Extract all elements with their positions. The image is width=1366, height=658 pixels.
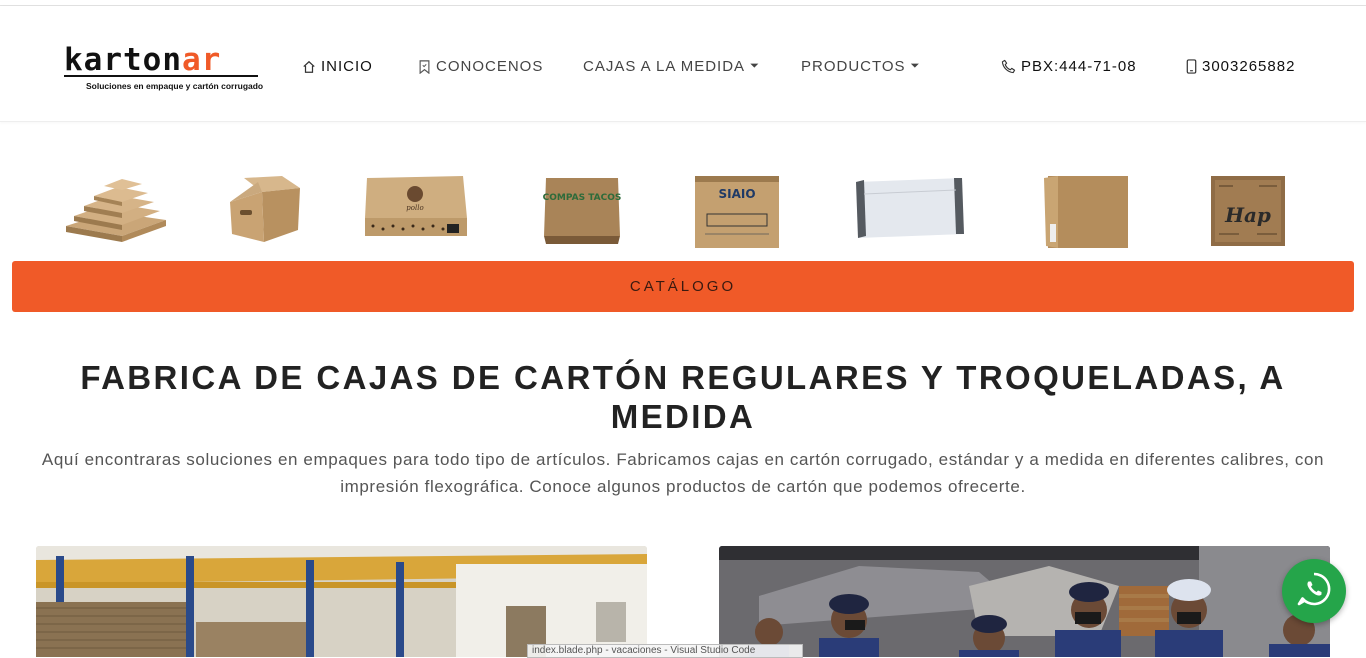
mobile-phone-icon <box>1186 59 1197 74</box>
pbx-number: PBX:444-71-08 <box>1021 58 1137 75</box>
logo-tagline: Soluciones en empaque y cartón corrugado <box>86 81 264 91</box>
product-thumb-archive-box[interactable] <box>228 174 302 248</box>
whatsapp-button[interactable] <box>1282 559 1346 623</box>
mobile-number: 3003265882 <box>1202 58 1296 75</box>
logo-wordmark: kartonar <box>64 42 222 78</box>
product-thumbnails: pollo COMPAS TACOS SIAIO Hap <box>0 168 1366 254</box>
bookmark-icon <box>418 59 431 74</box>
whatsapp-icon <box>1295 570 1333 612</box>
nav-productos[interactable]: PRODUCTOS ⏷ <box>801 58 920 75</box>
nav-conocenos[interactable]: CONOCENOS <box>418 58 543 75</box>
product-thumb-siaio-box[interactable]: SIAIO <box>693 174 781 252</box>
team-photo <box>719 546 1330 657</box>
pizza-box-print: COMPAS TACOS <box>543 193 622 203</box>
intro-paragraph: Aquí encontraras soluciones en empaques … <box>41 450 1325 496</box>
nav-mobile[interactable]: 3003265882 <box>1186 58 1295 75</box>
siaio-box-print: SIAIO <box>718 187 755 201</box>
os-taskbar-tooltip: index.blade.php - vacaciones - Visual St… <box>527 644 803 658</box>
chevron-down-icon: ⏷ <box>750 60 760 72</box>
phone-icon <box>1001 59 1016 74</box>
product-thumb-pizza-box[interactable]: COMPAS TACOS <box>542 176 622 246</box>
brand-logo[interactable]: kartonar Soluciones en empaque y cartón … <box>64 42 264 94</box>
chevron-down-icon: ⏷ <box>910 60 921 72</box>
product-thumb-printed-flat-box[interactable]: pollo <box>363 174 469 240</box>
product-thumb-hap-box[interactable]: Hap <box>1209 174 1287 248</box>
nav-pbx[interactable]: PBX:444-71-08 <box>1001 58 1137 75</box>
product-thumb-kraft-tall-box[interactable] <box>1042 174 1130 250</box>
home-icon <box>302 60 316 74</box>
nav-inicio-label: INICIO <box>321 58 373 75</box>
warehouse-photo <box>36 546 647 657</box>
product-thumb-stacked-trays[interactable] <box>62 176 170 246</box>
nav-conocenos-label: CONOCENOS <box>436 58 544 75</box>
nav-productos-label: PRODUCTOS <box>801 58 906 75</box>
nav-cajas-a-la-medida[interactable]: CAJAS A LA MEDIDA ⏷ <box>583 58 760 75</box>
nav-inicio[interactable]: INICIO <box>302 58 373 75</box>
site-header: kartonar Soluciones en empaque y cartón … <box>0 6 1366 122</box>
catalog-button[interactable]: CATÁLOGO <box>12 261 1354 312</box>
logo-underline <box>64 75 258 77</box>
hap-box-print: Hap <box>1224 203 1271 227</box>
page-headline: FABRICA DE CAJAS DE CARTÓN REGULARES Y T… <box>80 359 1286 435</box>
nav-cajas-label: CAJAS A LA MEDIDA <box>583 58 746 75</box>
pollo-box-print: pollo <box>406 204 423 212</box>
product-thumb-white-mailer-box[interactable] <box>854 176 966 240</box>
